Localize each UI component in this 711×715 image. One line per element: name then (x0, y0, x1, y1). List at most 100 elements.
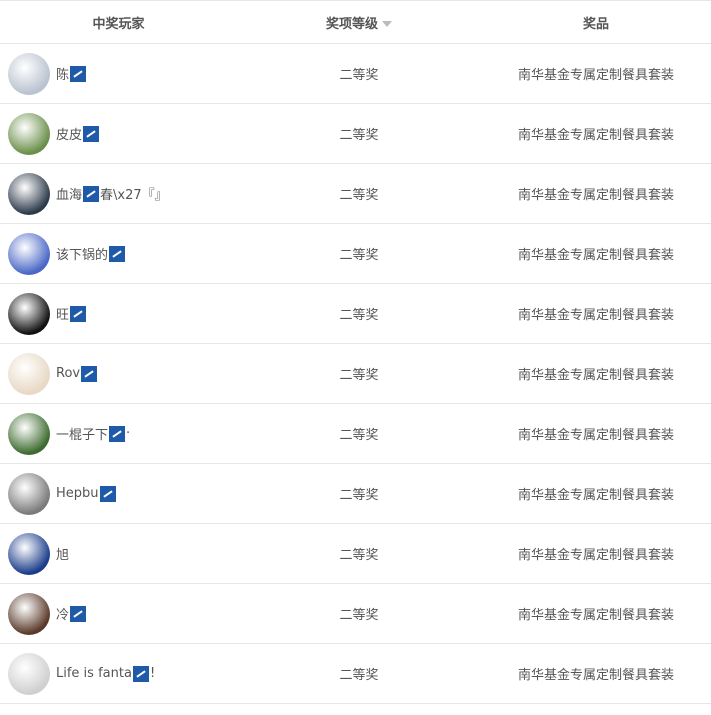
header-player-label: 中奖玩家 (92, 16, 145, 32)
player-name: 旭 (56, 544, 69, 563)
prize-level: 二等奖 (339, 668, 379, 683)
table-row: 皮皮 二等奖 南华基金专属定制餐具套装 (0, 104, 711, 164)
emoji-icon (109, 245, 126, 262)
avatar[interactable] (8, 652, 50, 695)
header-player: 中奖玩家 (0, 13, 237, 32)
player-name-suffix: 春\x27『』 (100, 188, 168, 203)
player-name-text: Hepbu (56, 486, 99, 501)
player-name-text: 该下锅的 (56, 248, 109, 263)
avatar[interactable] (8, 232, 50, 275)
avatar[interactable] (8, 472, 50, 515)
table-row: 旺 二等奖 南华基金专属定制餐具套装 (0, 284, 711, 344)
table-row: Rov 二等奖 南华基金专属定制餐具套装 (0, 344, 711, 404)
header-level[interactable]: 奖项等级 (237, 13, 481, 32)
avatar[interactable] (8, 292, 50, 335)
table-row: 旭 二等奖 南华基金专属定制餐具套装 (0, 524, 711, 584)
table-row: 血海 春\x27『』 二等奖 南华基金专属定制餐具套装 (0, 164, 711, 224)
prize-name: 南华基金专属定制餐具套装 (517, 428, 674, 443)
prize-name: 南华基金专属定制餐具套装 (517, 488, 674, 503)
player-cell: 陈 (0, 52, 237, 95)
player-name-text: 一棍子下 (56, 428, 109, 443)
player-name-text: Rov (56, 366, 81, 381)
player-name-text: 皮皮 (56, 128, 83, 143)
player-name: Rov (56, 365, 98, 382)
avatar[interactable] (8, 52, 50, 95)
table-body: 陈二等奖 南华基金专属定制餐具套装 皮皮 二等奖 南华基金专属定制餐具套装 血海 春\x27… (0, 44, 711, 704)
prize-level: 二等奖 (339, 548, 379, 563)
avatar[interactable] (8, 352, 50, 395)
table-row: Hepbu 二等奖 南华基金专属定制餐具套装 (0, 464, 711, 524)
player-cell: 冷 (0, 592, 237, 635)
player-cell: 该下锅的 (0, 232, 237, 275)
prize-name: 南华基金专属定制餐具套装 (517, 188, 674, 203)
player-name: 该下锅的 (56, 244, 126, 263)
prize-name: 南华基金专属定制餐具套装 (517, 248, 674, 263)
player-name: 旺 (56, 304, 87, 323)
prize-level: 二等奖 (339, 248, 379, 263)
player-name-text: 血海 (56, 188, 83, 203)
prize-name: 南华基金专属定制餐具套装 (517, 548, 674, 563)
player-name: Hepbu (56, 485, 117, 502)
avatar[interactable] (8, 172, 50, 215)
header-level-label: 奖项等级 (325, 16, 378, 32)
player-name-suffix: · (126, 426, 131, 441)
sort-down-icon[interactable] (382, 21, 392, 27)
player-cell: 旺 (0, 292, 237, 335)
prize-name: 南华基金专属定制餐具套装 (517, 68, 674, 83)
player-name-text: 旺 (56, 308, 70, 323)
prize-level: 二等奖 (339, 128, 379, 143)
player-cell: Rov (0, 352, 237, 395)
player-name: Life is fanta! (56, 665, 156, 682)
player-cell: Hepbu (0, 472, 237, 515)
emoji-icon (83, 125, 100, 142)
player-name: 一棍子下 · (56, 424, 130, 443)
table-row: 该下锅的 二等奖 南华基金专属定制餐具套装 (0, 224, 711, 284)
prize-level: 二等奖 (339, 188, 379, 203)
emoji-icon (70, 605, 87, 622)
player-name-text: 旭 (56, 548, 70, 563)
prize-name: 南华基金专属定制餐具套装 (517, 668, 674, 683)
player-cell: 血海 春\x27『』 (0, 172, 237, 215)
emoji-icon (132, 665, 149, 682)
prize-level: 二等奖 (339, 368, 379, 383)
player-name: 冷 (56, 604, 87, 623)
player-cell: 一棍子下 · (0, 412, 237, 455)
emoji-icon (99, 485, 116, 502)
player-name-text: Life is fanta (56, 666, 132, 681)
avatar[interactable] (8, 412, 50, 455)
table-row: Life is fanta! 二等奖 南华基金专属定制餐具套装 (0, 644, 711, 704)
prize-name: 南华基金专属定制餐具套装 (517, 608, 674, 623)
avatar[interactable] (8, 592, 50, 635)
emoji-icon (81, 365, 98, 382)
player-cell: 旭 (0, 532, 237, 575)
player-cell: Life is fanta! (0, 652, 237, 695)
emoji-icon (109, 425, 126, 442)
player-name: 皮皮 (56, 124, 100, 143)
avatar[interactable] (8, 112, 50, 155)
prize-name: 南华基金专属定制餐具套装 (517, 368, 674, 383)
prize-level: 二等奖 (339, 488, 379, 503)
table-row: 冷 二等奖 南华基金专属定制餐具套装 (0, 584, 711, 644)
table-header: 中奖玩家 奖项等级 奖品 (0, 0, 711, 44)
header-prize: 奖品 (481, 13, 711, 32)
emoji-icon (70, 305, 87, 322)
player-name: 血海 春\x27『』 (56, 184, 168, 203)
prize-level: 二等奖 (339, 68, 379, 83)
table-row: 陈 二等奖 南华基金专属定制餐具套装 (0, 44, 711, 104)
emoji-icon (70, 65, 87, 82)
player-name-text: 冷 (56, 608, 70, 623)
header-prize-label: 奖品 (582, 16, 609, 32)
prize-level: 二等奖 (339, 308, 379, 323)
player-name-suffix: ! (149, 666, 156, 681)
prize-level: 二等奖 (339, 428, 379, 443)
avatar[interactable] (8, 532, 50, 575)
table-row: 一棍子下 · 二等奖 南华基金专属定制餐具套装 (0, 404, 711, 464)
player-name: 陈 (56, 64, 87, 83)
prize-name: 南华基金专属定制餐具套装 (517, 308, 674, 323)
player-cell: 皮皮 (0, 112, 237, 155)
prize-level: 二等奖 (339, 608, 379, 623)
player-name-text: 陈 (56, 68, 70, 83)
emoji-icon (83, 185, 100, 202)
winners-table: 中奖玩家 奖项等级 奖品 陈二等奖 南华基金专属定制餐具套装 皮皮 二等奖 南华基金专属… (0, 0, 711, 704)
prize-name: 南华基金专属定制餐具套装 (517, 128, 674, 143)
